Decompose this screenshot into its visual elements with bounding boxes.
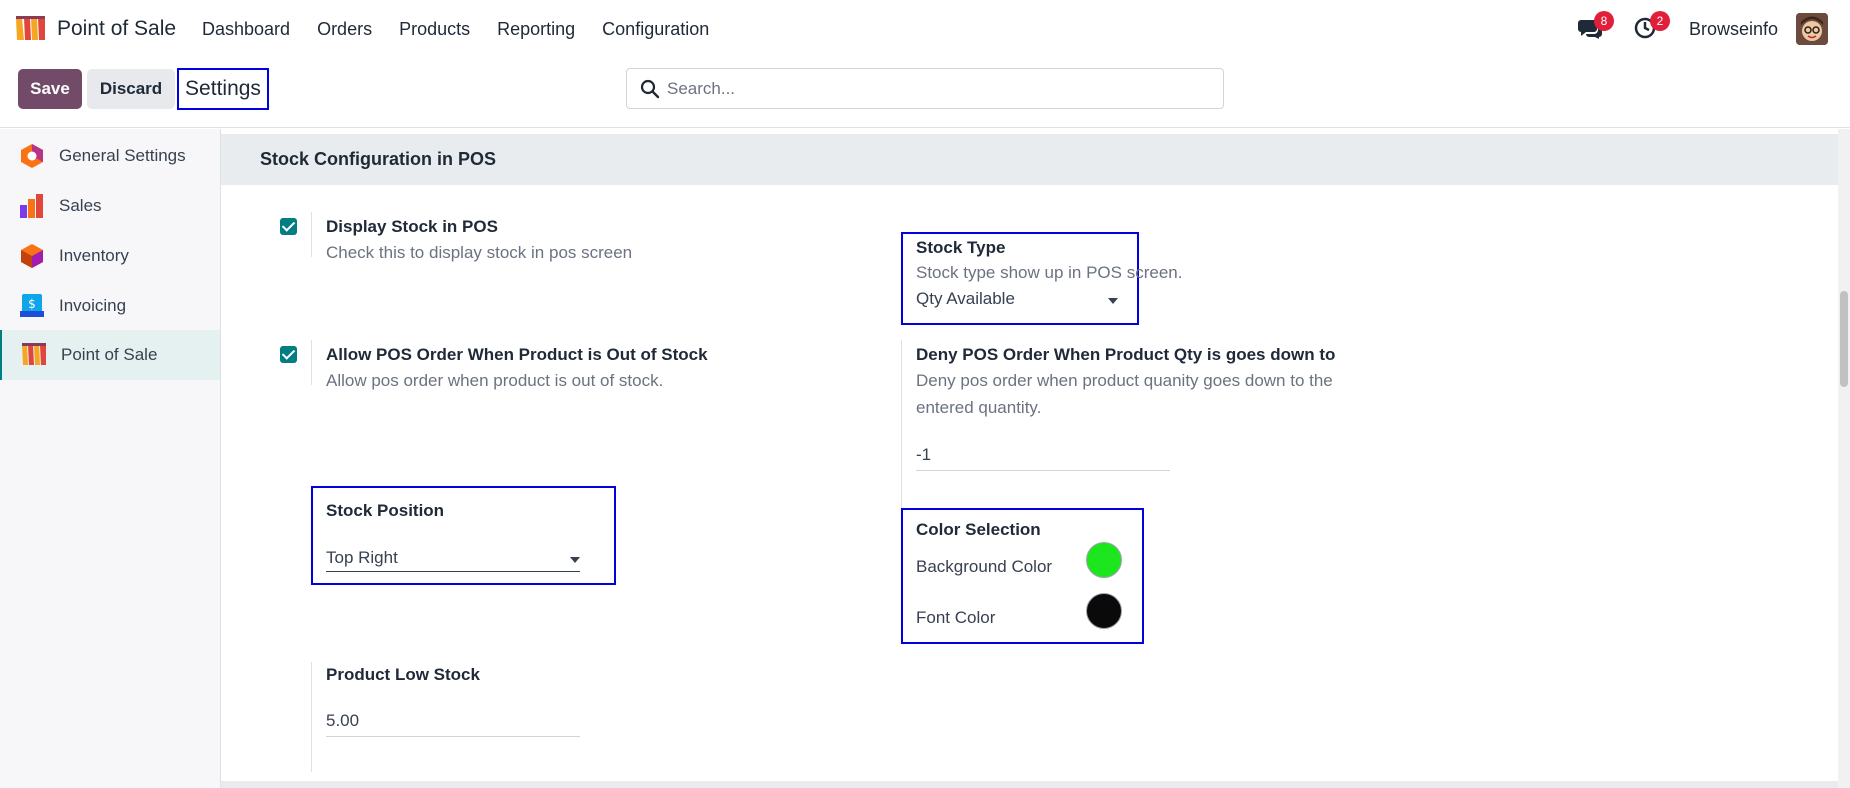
allow-order-checkbox[interactable] [280,346,297,363]
low-stock-input[interactable]: 5.00 [326,711,359,731]
font-color-label: Font Color [916,608,996,627]
scrollbar[interactable] [1838,129,1850,788]
search-box[interactable] [626,68,1224,109]
section-header: Stock Configuration in POS [221,134,1838,185]
select-underline [326,571,580,572]
allow-order-title: Allow POS Order When Product is Out of S… [326,345,708,364]
app-name[interactable]: Point of Sale [57,17,176,41]
scrollbar-thumb[interactable] [1840,291,1848,387]
menu-orders[interactable]: Orders [317,19,372,40]
deny-order-desc-line1: Deny pos order when product quanity goes… [916,371,1333,390]
chevron-down-icon[interactable] [1108,298,1118,304]
point-of-sale-app-icon[interactable] [14,14,48,44]
stock-type-select[interactable]: Qty Available [916,289,1015,309]
sidebar-item-general-settings[interactable]: General Settings [0,131,220,181]
activity-badge: 2 [1650,11,1670,31]
sidebar-item-point-of-sale[interactable]: Point of Sale [0,330,220,380]
stock-type-desc: Stock type show up in POS screen. [916,263,1183,282]
sidebar-item-label: Point of Sale [61,345,158,364]
main-menu: Dashboard Orders Products Reporting Conf… [202,19,736,40]
color-selection-title: Color Selection [916,520,1041,539]
top-navbar: Point of Sale Dashboard Orders Products … [0,0,1850,58]
control-panel: Save Discard Settings [0,58,1850,128]
menu-products[interactable]: Products [399,19,470,40]
avatar-face-icon [1796,13,1828,45]
sales-icon [20,194,43,218]
section-title: Stock Configuration in POS [260,149,497,169]
sidebar-item-invoicing[interactable]: $ Invoicing [0,281,220,331]
save-button[interactable]: Save [18,69,82,109]
general-settings-icon [21,144,43,168]
sidebar-item-label: Sales [59,196,102,215]
low-stock-title: Product Low Stock [326,665,480,684]
point-of-sale-icon [22,343,46,365]
user-avatar[interactable] [1796,13,1828,45]
input-underline [916,470,1170,471]
menu-reporting[interactable]: Reporting [497,19,575,40]
divider [311,662,312,772]
breadcrumb-settings: Settings [177,68,269,110]
sidebar-item-label: General Settings [59,146,186,165]
sidebar-item-sales[interactable]: Sales [0,181,220,231]
inventory-icon [21,244,43,268]
font-color-swatch[interactable] [1086,593,1122,629]
search-icon [640,79,660,99]
svg-text:$: $ [28,297,36,311]
background-color-swatch[interactable] [1086,542,1122,578]
display-stock-checkbox[interactable] [280,218,297,235]
settings-sidebar: General Settings Sales Inventory $ Invoi… [0,129,221,788]
sidebar-item-label: Invoicing [59,296,127,315]
stock-position-title: Stock Position [326,501,445,520]
deny-order-desc-line2: entered quantity. [916,398,1042,417]
display-stock-title: Display Stock in POS [326,217,498,236]
divider [311,212,312,257]
settings-content: Stock Configuration in POS Display Stock… [221,129,1850,788]
sidebar-item-inventory[interactable]: Inventory [0,231,220,281]
deny-order-qty-input[interactable]: -1 [916,445,931,465]
allow-order-desc: Allow pos order when product is out of s… [326,371,664,390]
display-stock-desc: Check this to display stock in pos scree… [326,243,633,262]
divider [311,340,312,385]
section-footer [221,781,1838,788]
menu-dashboard[interactable]: Dashboard [202,19,290,40]
stock-position-select[interactable]: Top Right [326,548,398,568]
discard-button[interactable]: Discard [87,69,175,109]
input-underline [326,736,580,737]
background-color-label: Background Color [916,557,1053,576]
menu-configuration[interactable]: Configuration [602,19,709,40]
search-input[interactable] [667,77,1207,101]
company-switcher[interactable]: Browseinfo [1689,19,1778,40]
deny-order-title: Deny POS Order When Product Qty is goes … [916,345,1336,364]
sidebar-item-label: Inventory [59,246,129,265]
invoicing-icon: $ [20,294,44,317]
chevron-down-icon[interactable] [570,557,580,563]
stock-type-title: Stock Type [916,238,1006,257]
chat-badge: 8 [1594,11,1614,31]
